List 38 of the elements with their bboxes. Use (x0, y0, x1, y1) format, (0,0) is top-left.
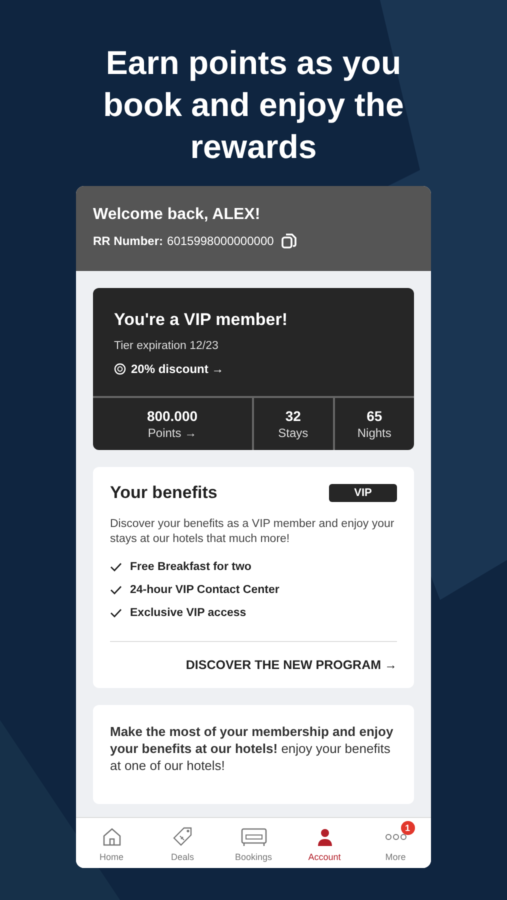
tier-badge: VIP (329, 484, 397, 502)
benefit-item: 24-hour VIP Contact Center (130, 584, 280, 596)
tag-icon (170, 824, 194, 848)
benefit-item: Free Breakfast for two (130, 561, 252, 573)
nav-tab[interactable]: Bookings (218, 818, 289, 868)
benefits-description: Discover your benefits as a VIP member and enjoy your stays at our hotels that much more! (110, 517, 396, 547)
user-icon (316, 828, 334, 846)
stat-value: 800.000 (146, 408, 198, 424)
discover-link[interactable]: DISCOVER THE NEW PROGRAM → (186, 658, 397, 672)
badge-icon (114, 363, 126, 375)
notification-badge: 1 (400, 820, 414, 834)
stat-label: Nights (357, 426, 392, 440)
stat-label: Points → (148, 426, 197, 440)
greeting: Welcome back, ALEX! (93, 206, 262, 224)
more-icon (384, 832, 406, 840)
benefits-title: Your benefits (110, 483, 218, 503)
discount-link[interactable]: 20% discount → (131, 362, 224, 376)
nav-tab[interactable]: Deals (147, 818, 218, 868)
stat-label: Stays (278, 426, 308, 440)
check-icon (110, 608, 122, 618)
stat-value: 32 (285, 408, 301, 424)
stat-value: 65 (366, 408, 382, 424)
nav-tab[interactable]: Home (76, 818, 147, 868)
tier-expiration: Tier expiration 12/23 (114, 340, 220, 352)
nav-tab[interactable]: 1 More (360, 818, 431, 868)
check-icon (110, 562, 122, 572)
nav-tab[interactable]: Account (289, 818, 360, 868)
stat-tile[interactable]: 800.000 Points → (93, 398, 252, 450)
headline: Earn points as you book and enjoy the rewards (102, 43, 405, 167)
check-icon (110, 585, 122, 595)
home-icon (102, 826, 122, 846)
vip-title: You're a VIP member! (114, 310, 288, 330)
promo-text: Make the most of your membership and enjoy your benefits at our hotels! enjoy your benefits at one of our hotels! (110, 723, 394, 774)
rr-number: 6015998000000000 (167, 234, 274, 248)
benefit-item: Exclusive VIP access (130, 607, 246, 619)
copy-icon[interactable] (280, 233, 297, 249)
bed-icon (240, 826, 266, 846)
rr-label: RR Number: (93, 234, 164, 248)
